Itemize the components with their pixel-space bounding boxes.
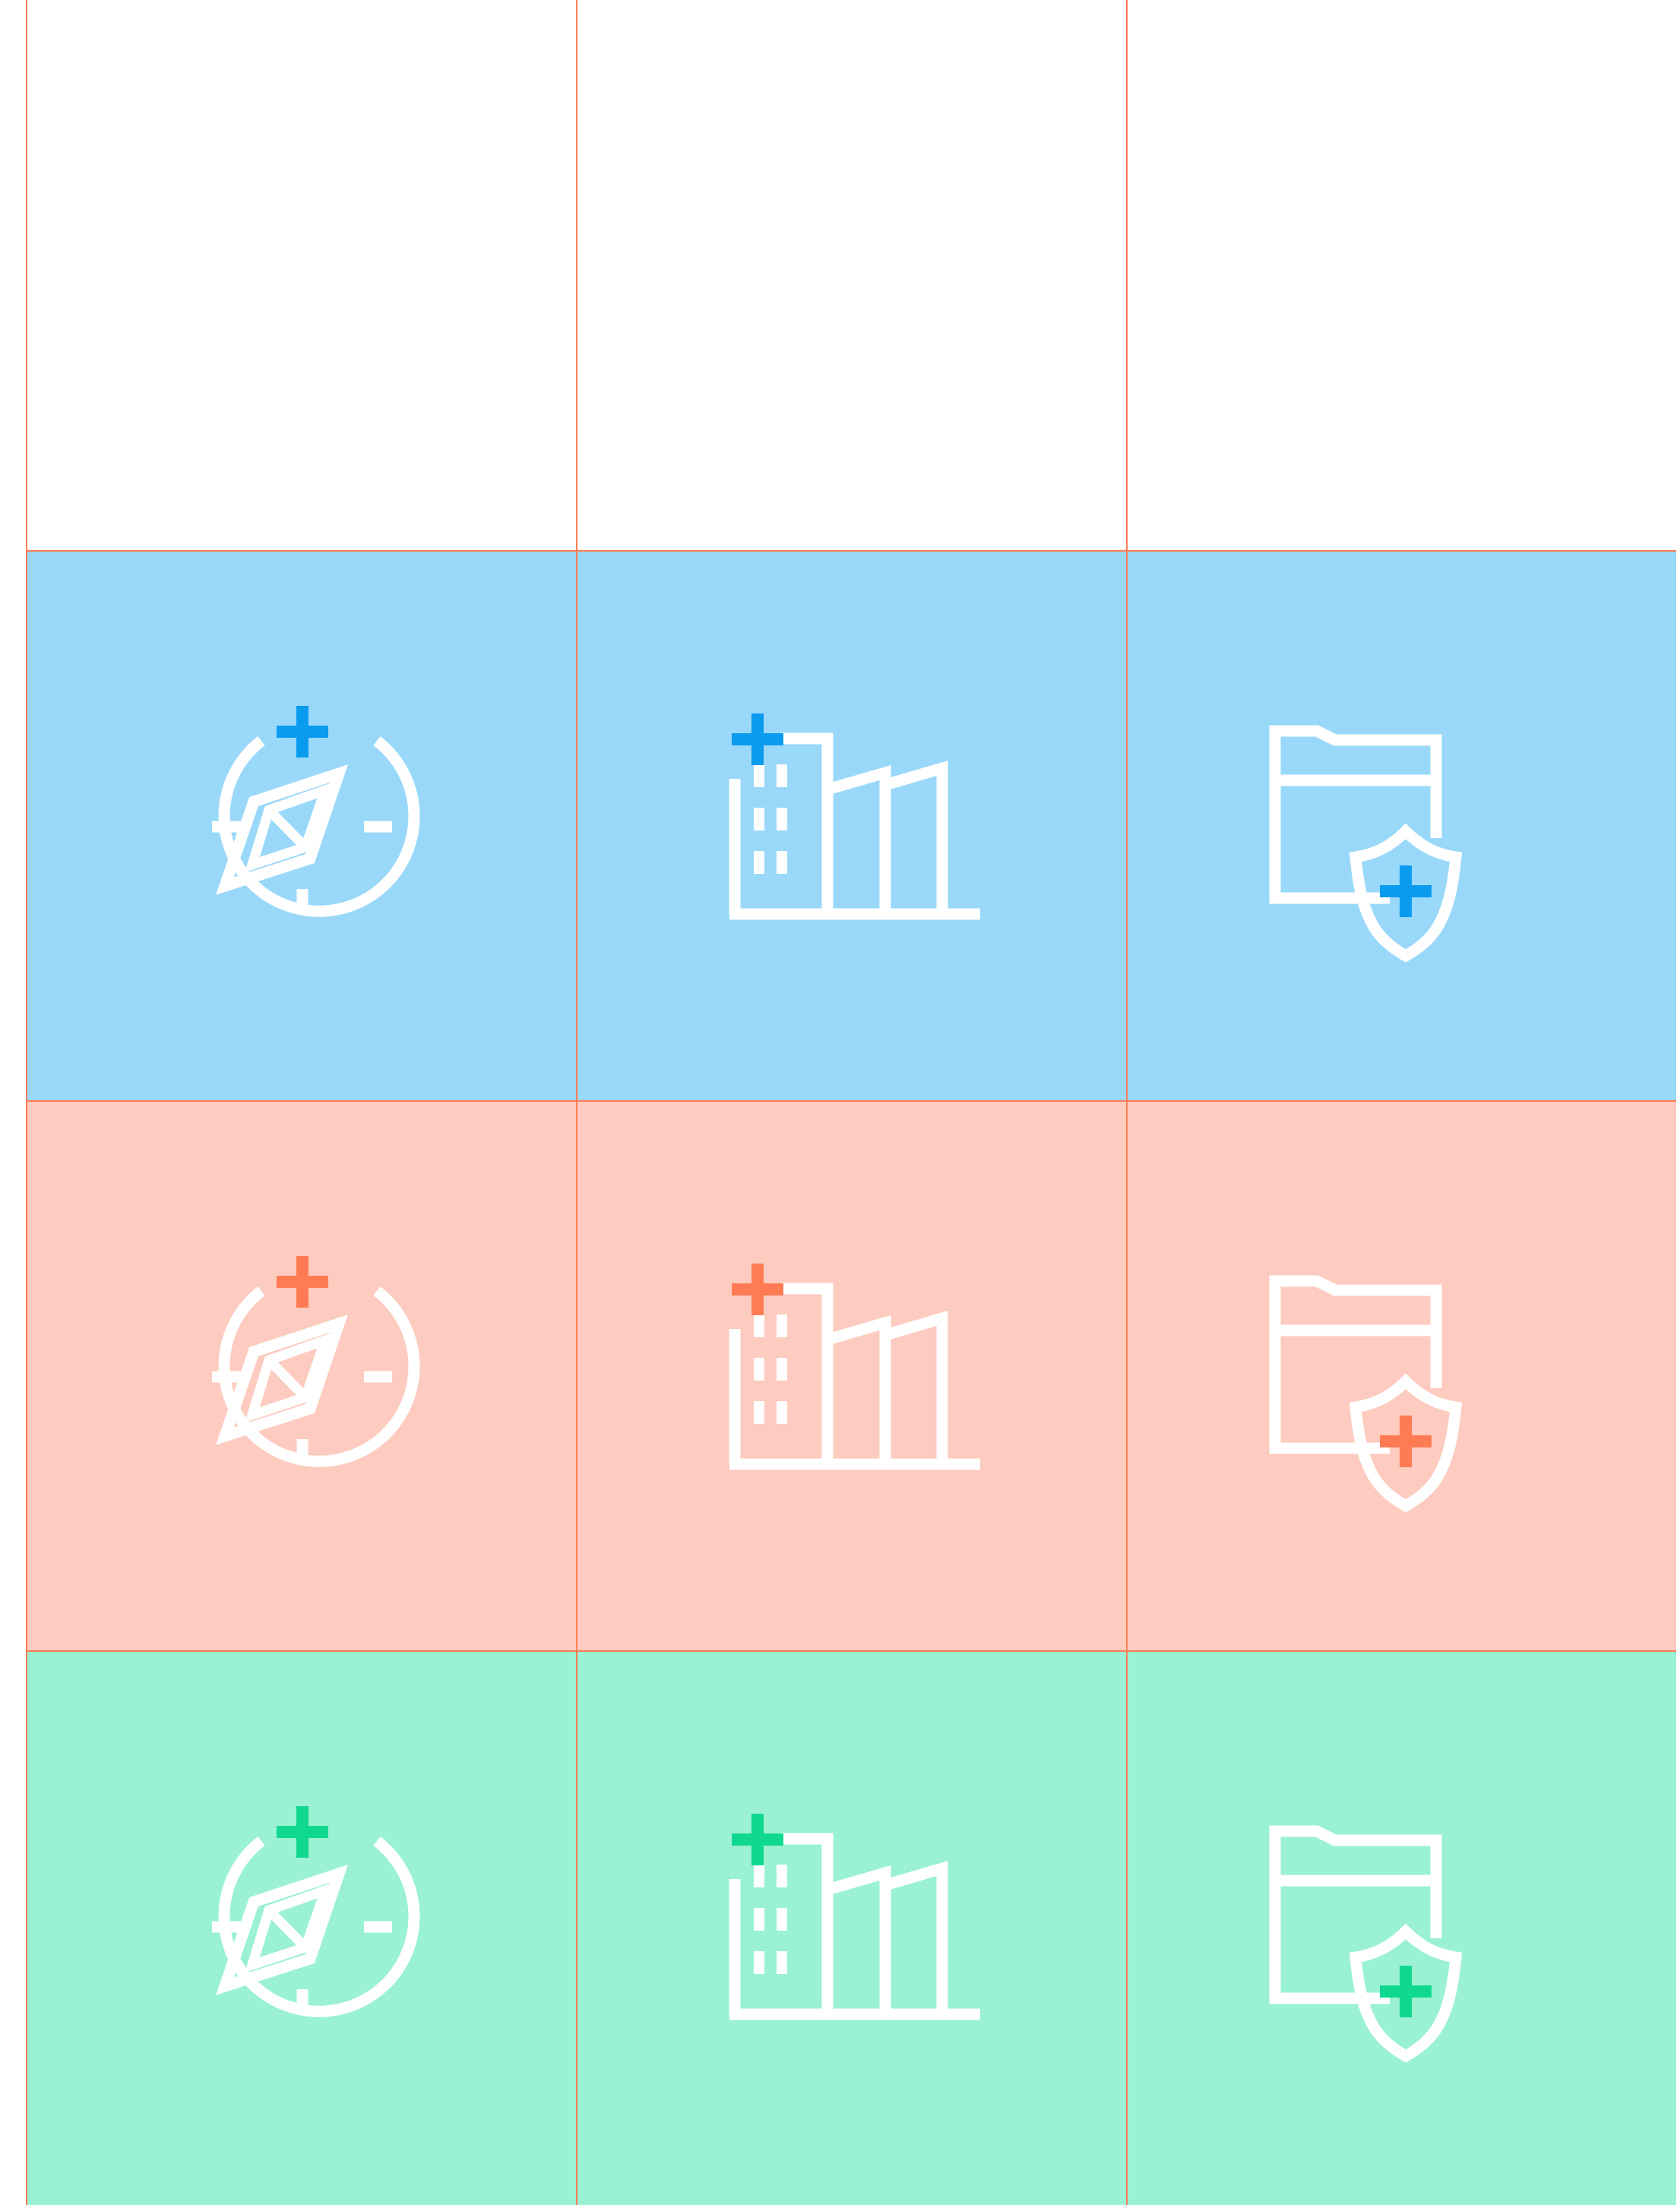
grid-cell-blue-1: [26, 550, 576, 1100]
grid-cell-salmon-3: [1126, 1100, 1676, 1650]
grid-cell-green-1: [26, 1650, 576, 2205]
grid-cell-empty-1: [26, 0, 576, 550]
grid-cell-blue-2: [576, 550, 1126, 1100]
grid-cell-empty-2: [576, 0, 1126, 550]
grid-cell-green-3: [1126, 1650, 1676, 2205]
grid-cell-blue-3: [1126, 550, 1676, 1100]
grid-cell-green-2: [576, 1650, 1126, 2205]
folder-shield-plus-icon: [1269, 1275, 1463, 1513]
compass-plus-icon: [212, 1806, 420, 2017]
buildings-plus-icon: [729, 1814, 980, 2020]
grid-cell-salmon-2: [576, 1100, 1126, 1650]
buildings-plus-icon: [729, 713, 980, 920]
compass-plus-icon: [212, 1256, 420, 1467]
grid-cell-empty-3: [1126, 0, 1676, 550]
folder-shield-plus-icon: [1269, 1825, 1463, 2063]
buildings-plus-icon: [729, 1264, 980, 1470]
compass-plus-icon: [212, 706, 420, 917]
icon-grid: [26, 0, 1676, 2205]
grid-cell-salmon-1: [26, 1100, 576, 1650]
folder-shield-plus-icon: [1269, 725, 1463, 963]
